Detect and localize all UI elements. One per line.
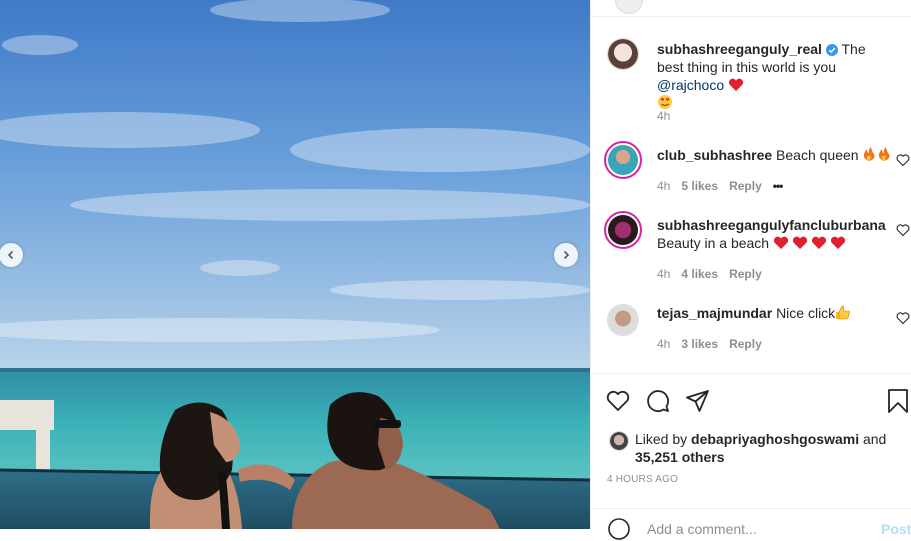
liker-avatar[interactable] bbox=[609, 431, 629, 451]
comment-meta: 4h 3 likes Reply bbox=[657, 337, 762, 351]
chevron-right-icon bbox=[563, 250, 570, 260]
comment-like-heart-icon[interactable] bbox=[896, 153, 910, 167]
bookmark-icon[interactable] bbox=[885, 388, 911, 414]
reply-button[interactable]: Reply bbox=[729, 267, 762, 281]
add-comment-input[interactable]: Add a comment... bbox=[647, 521, 757, 537]
caption-time[interactable]: 4h bbox=[657, 109, 670, 123]
comment-avatar[interactable] bbox=[604, 141, 642, 179]
likes-count[interactable]: 35,251 others bbox=[635, 449, 725, 465]
comment-like-heart-icon[interactable] bbox=[896, 311, 910, 325]
author-avatar[interactable] bbox=[607, 38, 639, 70]
post-header-strip bbox=[591, 0, 911, 17]
comment-likes[interactable]: 4 likes bbox=[681, 267, 718, 281]
comment-item: tejas_majmundar Nice click bbox=[657, 304, 893, 324]
comment-likes[interactable]: 5 likes bbox=[681, 179, 718, 193]
liked-by-prefix: Liked by bbox=[635, 431, 688, 447]
verified-badge-icon bbox=[825, 44, 838, 56]
comment-like-heart-icon[interactable] bbox=[896, 223, 910, 237]
red-hearts-emoji-icon bbox=[773, 236, 847, 254]
comment-bubble-icon[interactable] bbox=[645, 388, 671, 414]
action-bar-divider bbox=[591, 373, 911, 374]
comment-username[interactable]: tejas_majmundar bbox=[657, 305, 772, 321]
smiling-face-with-hearts-emoji-icon bbox=[658, 95, 672, 109]
caption-meta: 4h bbox=[657, 109, 670, 123]
comment-avatar[interactable] bbox=[607, 304, 639, 336]
add-comment-bar: Add a comment... Post bbox=[591, 508, 911, 541]
comment-username[interactable]: subhashreegangulyfancluburbana bbox=[657, 217, 886, 233]
reply-button[interactable]: Reply bbox=[729, 337, 762, 351]
heart-icon[interactable] bbox=[605, 388, 631, 414]
liked-by-text: Liked by debapriyaghoshgoswami and 35,25… bbox=[635, 430, 905, 466]
fire-emoji-icon bbox=[862, 147, 892, 166]
emoji-picker-icon[interactable] bbox=[607, 517, 631, 541]
comment-text: Beach queen bbox=[776, 147, 859, 163]
comment-time[interactable]: 4h bbox=[657, 267, 670, 281]
reply-button[interactable]: Reply bbox=[729, 179, 762, 193]
previous-photo-button[interactable] bbox=[0, 243, 23, 267]
comment-item: club_subhashree Beach queen bbox=[657, 146, 893, 166]
comment-username[interactable]: club_subhashree bbox=[657, 147, 772, 163]
beach-photo-image bbox=[0, 0, 590, 529]
thumbs-up-emoji-icon bbox=[835, 305, 851, 324]
comment-likes[interactable]: 3 likes bbox=[681, 337, 718, 351]
comment-meta: 4h 4 likes Reply bbox=[657, 267, 762, 281]
post-side-panel: subhashreeganguly_real The best thing in… bbox=[590, 0, 911, 540]
comment-time[interactable]: 4h bbox=[657, 179, 670, 193]
liked-by-and: and bbox=[862, 431, 887, 447]
author-username[interactable]: subhashreeganguly_real bbox=[657, 41, 822, 57]
post-timestamp[interactable]: 4 HOURS AGO bbox=[607, 474, 678, 485]
header-avatar[interactable] bbox=[615, 0, 643, 14]
comment-time[interactable]: 4h bbox=[657, 337, 670, 351]
post-photo[interactable] bbox=[0, 0, 590, 529]
red-heart-emoji-icon bbox=[728, 78, 744, 91]
comment-text: Beauty in a beach bbox=[657, 235, 770, 251]
paper-plane-icon[interactable] bbox=[685, 388, 711, 414]
caption-mention[interactable]: @rajchoco bbox=[657, 77, 724, 93]
more-options-icon[interactable]: ••• bbox=[773, 179, 784, 193]
comment-meta: 4h 5 likes Reply ••• bbox=[657, 179, 784, 193]
post-comment-button[interactable]: Post bbox=[881, 521, 911, 537]
comment-item: subhashreegangulyfancluburbana Beauty in… bbox=[657, 216, 893, 254]
next-photo-button[interactable] bbox=[554, 243, 578, 267]
liker-username[interactable]: debapriyaghoshgoswami bbox=[691, 431, 859, 447]
caption: subhashreeganguly_real The best thing in… bbox=[657, 40, 893, 112]
comment-text: Nice click bbox=[776, 305, 836, 321]
comment-avatar[interactable] bbox=[604, 211, 642, 249]
chevron-left-icon bbox=[7, 250, 14, 260]
